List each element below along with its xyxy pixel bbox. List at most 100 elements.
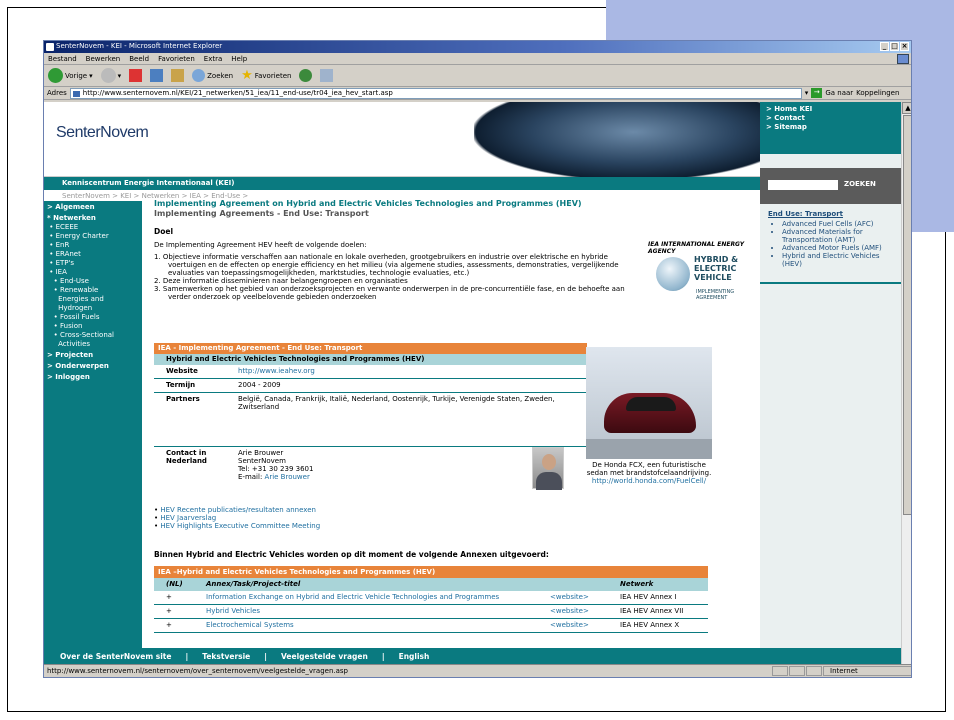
goals-list: 1. Objectieve informatie verschaffen aan… <box>154 253 644 301</box>
end-use-title[interactable]: End Use: Transport <box>760 204 901 220</box>
mail-button[interactable] <box>320 69 334 82</box>
nav-item[interactable]: • Energy Charter <box>44 232 142 241</box>
menu-help[interactable]: Help <box>231 55 247 63</box>
top-links: > Home KEI > Contact > Sitemap <box>760 102 901 154</box>
forward-button[interactable]: ▾ <box>100 68 121 83</box>
ie-icon <box>46 43 54 51</box>
right-column: > Home KEI > Contact > Sitemap ZOEKEN En… <box>760 102 901 648</box>
search-input[interactable] <box>768 180 838 190</box>
list-item[interactable]: HEV Jaarverslag <box>154 514 320 522</box>
menu-favorieten[interactable]: Favorieten <box>158 55 195 63</box>
address-dropdown-icon[interactable]: ▾ <box>805 89 809 97</box>
go-button[interactable]: Ga naar <box>825 89 853 97</box>
home-icon <box>171 69 185 82</box>
mail-icon <box>320 69 334 82</box>
back-button[interactable]: Vorige ▾ <box>48 68 93 83</box>
refresh-icon <box>150 69 164 82</box>
history-button[interactable] <box>299 69 313 82</box>
menu-bestand[interactable]: Bestand <box>48 55 77 63</box>
home-button[interactable] <box>171 69 185 82</box>
email-link[interactable]: Arie Brouwer <box>265 473 310 481</box>
honda-link[interactable]: http://world.honda.com/FuelCell/ <box>582 477 716 485</box>
title-bar: SenterNovem - KEI - Microsoft Internet E… <box>44 41 911 53</box>
minimize-button[interactable]: _ <box>880 42 889 51</box>
iea-hev-logo: IEA INTERNATIONAL ENERGY AGENCY HYBRID &… <box>648 241 745 301</box>
stop-button[interactable] <box>129 69 143 82</box>
header-stone-image <box>474 102 764 180</box>
end-use-list: Advanced Fuel Cells (AFC) Advanced Mater… <box>760 220 901 268</box>
nav-item[interactable]: > Projecten <box>44 351 142 360</box>
main-content: Implementing Agreement on Hybrid and Ele… <box>142 199 760 648</box>
link-sitemap[interactable]: > Sitemap <box>766 123 895 132</box>
menu-bar: Bestand Bewerken Beeld Favorieten Extra … <box>44 53 911 65</box>
menu-bewerken[interactable]: Bewerken <box>86 55 121 63</box>
agreement-table-subheader: Hybrid and Electric Vehicles Technologie… <box>154 354 587 365</box>
site-header: SenterNovem <box>44 102 764 180</box>
scroll-thumb[interactable] <box>903 115 911 515</box>
vertical-scrollbar[interactable]: ▲ <box>901 102 911 665</box>
annex-table-header: IEA –Hybrid and Electric Vehicles Techno… <box>154 566 708 578</box>
favorites-button[interactable]: ★ Favorieten <box>241 68 291 83</box>
agreement-table-header: IEA - Implementing Agreement - End Use: … <box>154 343 587 354</box>
list-item[interactable]: HEV Recente publicaties/resultaten annex… <box>154 506 320 514</box>
table-row: Termijn 2004 - 2009 <box>154 379 587 393</box>
go-arrow-icon[interactable]: → <box>811 88 823 98</box>
history-icon <box>299 69 313 82</box>
maximize-button[interactable]: □ <box>890 42 899 51</box>
website-link[interactable]: http://www.ieahev.org <box>238 367 583 375</box>
list-item[interactable]: HEV Highlights Executive Committee Meeti… <box>154 522 320 530</box>
menu-extra[interactable]: Extra <box>204 55 222 63</box>
list-item[interactable]: Advanced Fuel Cells (AFC) <box>782 220 901 228</box>
nav-item[interactable]: • ETP's <box>44 259 142 268</box>
status-url: http://www.senternovem.nl/senternovem/ov… <box>47 667 348 675</box>
back-arrow-icon <box>48 68 63 83</box>
nav-item[interactable]: • ERAnet <box>44 250 142 259</box>
close-button[interactable]: × <box>900 42 909 51</box>
status-bar: http://www.senternovem.nl/senternovem/ov… <box>44 664 911 677</box>
search-button[interactable]: Zoeken <box>192 69 233 82</box>
browser-window: SenterNovem - KEI - Microsoft Internet E… <box>43 40 912 678</box>
link-home-kei[interactable]: > Home KEI <box>766 105 895 114</box>
goal-item: 3. Samenwerken op het gebied van onderzo… <box>154 285 625 301</box>
nav-item[interactable]: • ECEEE <box>44 223 142 232</box>
nav-item[interactable]: • Cross-Sectional Activities <box>44 331 142 349</box>
honda-fcx-photo <box>586 347 712 459</box>
scroll-up-icon[interactable]: ▲ <box>902 102 911 114</box>
photo-caption: De Honda FCX, een futuristische sedan me… <box>582 461 716 485</box>
list-item[interactable]: Advanced Materials for Transportation (A… <box>782 228 901 244</box>
nav-item[interactable]: • Fossil Fuels <box>44 313 142 322</box>
senternovem-logo[interactable]: SenterNovem <box>56 124 149 142</box>
list-item[interactable]: Advanced Motor Fuels (AMF) <box>782 244 901 252</box>
link-contact[interactable]: > Contact <box>766 114 895 123</box>
globe-icon <box>656 257 690 291</box>
nav-item[interactable]: • Fusion <box>44 322 142 331</box>
menu-beeld[interactable]: Beeld <box>129 55 149 63</box>
nav-item[interactable]: > Inloggen <box>44 373 142 382</box>
search-box: ZOEKEN <box>760 168 901 204</box>
nav-item[interactable]: * Netwerken <box>44 214 142 223</box>
nav-item[interactable]: • End-Use <box>44 277 142 286</box>
forward-arrow-icon <box>100 68 116 83</box>
page-title: Implementing Agreement on Hybrid and Ele… <box>154 199 582 208</box>
left-nav: > Algemeen * Netwerken • ECEEE • Energy C… <box>44 201 142 648</box>
table-row: + Hybrid Vehicles <website> IEA HEV Anne… <box>154 605 708 619</box>
address-input[interactable]: http://www.senternovem.nl/KEI/21_netwerk… <box>69 87 802 99</box>
links-button[interactable]: Koppelingen <box>856 89 899 97</box>
address-bar: Adres http://www.senternovem.nl/KEI/21_n… <box>44 87 911 100</box>
search-submit-button[interactable]: ZOEKEN <box>844 180 876 188</box>
windows-logo-icon <box>897 54 909 64</box>
annex-table: IEA –Hybrid and Electric Vehicles Techno… <box>154 566 708 633</box>
list-item[interactable]: Hybrid and Electric Vehicles (HEV) <box>782 252 901 268</box>
nav-item[interactable]: • IEA <box>44 268 142 277</box>
kei-banner: Kenniscentrum Energie Internationaal (KE… <box>44 177 760 190</box>
hev-links: HEV Recente publicaties/resultaten annex… <box>154 506 320 530</box>
nav-item[interactable]: > Algemeen <box>44 203 142 212</box>
page-viewport: SenterNovem Kenniscentrum Energie Intern… <box>44 102 911 665</box>
annex-heading: Binnen Hybrid and Electric Vehicles word… <box>154 550 549 559</box>
table-row: Website http://www.ieahev.org <box>154 365 587 379</box>
refresh-button[interactable] <box>150 69 164 82</box>
table-row: Contact in Nederland Arie Brouwer Senter… <box>166 449 314 481</box>
nav-item[interactable]: • EnR <box>44 241 142 250</box>
nav-item[interactable]: > Onderwerpen <box>44 362 142 371</box>
nav-item[interactable]: • Renewable Energies and Hydrogen <box>44 286 142 313</box>
